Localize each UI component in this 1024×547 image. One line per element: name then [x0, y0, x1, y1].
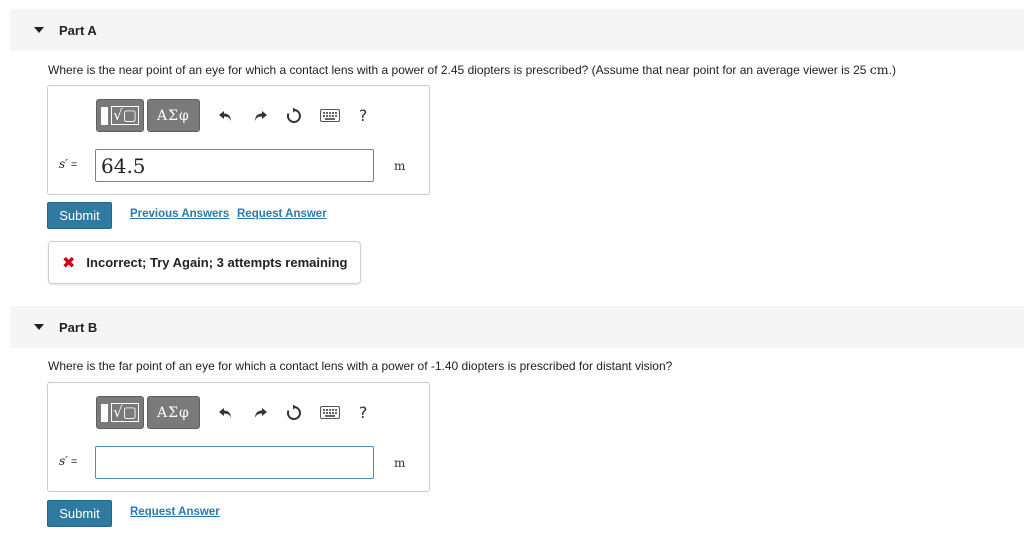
part-title: Part A — [59, 22, 97, 38]
keyboard-icon[interactable] — [317, 402, 343, 424]
unit-label: m — [394, 159, 406, 173]
request-answer-link[interactable]: Request Answer — [237, 208, 327, 220]
redo-icon[interactable] — [249, 105, 271, 127]
help-icon[interactable]: ? — [359, 106, 368, 125]
reset-icon[interactable] — [283, 105, 305, 127]
keyboard-icon[interactable] — [317, 105, 343, 127]
templates-button[interactable]: √▢ — [96, 99, 144, 132]
templates-icon: √▢ — [100, 400, 140, 425]
question-text: Where is the far point of an eye for whi… — [48, 359, 673, 373]
greek-symbols-icon: ΑΣφ — [157, 107, 190, 124]
question-end: .) — [888, 63, 896, 77]
reset-icon[interactable] — [283, 402, 305, 424]
previous-answers-link[interactable]: Previous Answers — [130, 208, 229, 220]
part-b-header[interactable]: Part B — [10, 306, 1024, 348]
x-icon: ✖ — [62, 253, 76, 272]
answer-input[interactable]: 64.5 — [95, 149, 374, 182]
templates-button[interactable]: √▢ — [96, 396, 144, 429]
help-icon[interactable]: ? — [359, 403, 368, 422]
greek-symbols-icon: ΑΣφ — [157, 404, 190, 421]
variable-label: s′ = — [59, 157, 78, 171]
templates-icon: √▢ — [100, 103, 140, 128]
unit-label: m — [394, 456, 406, 470]
question-body: Where is the near point of an eye for wh… — [48, 63, 870, 77]
request-answer-link[interactable]: Request Answer — [130, 506, 220, 518]
math-toolbar: √▢ ΑΣφ ? — [96, 396, 367, 429]
undo-icon[interactable] — [215, 105, 237, 127]
answer-box: √▢ ΑΣφ ? s′ = m — [47, 382, 430, 492]
collapse-caret-icon[interactable] — [34, 27, 44, 33]
variable-label: s′ = — [59, 454, 78, 468]
feedback-message: Incorrect; Try Again; 3 attempts remaini… — [86, 255, 348, 270]
question-unit: cm — [869, 62, 889, 77]
submit-button[interactable]: Submit — [47, 500, 112, 527]
greek-symbols-button[interactable]: ΑΣφ — [147, 99, 200, 132]
math-toolbar: √▢ ΑΣφ ? — [96, 99, 367, 132]
answer-box: √▢ ΑΣφ ? s′ = 64.5 m — [47, 85, 430, 195]
submit-button[interactable]: Submit — [47, 202, 112, 229]
question-text: Where is the near point of an eye for wh… — [48, 62, 896, 77]
answer-input[interactable] — [95, 446, 374, 479]
redo-icon[interactable] — [249, 402, 271, 424]
part-title: Part B — [59, 319, 98, 335]
feedback-box: ✖ Incorrect; Try Again; 3 attempts remai… — [48, 241, 361, 284]
collapse-caret-icon[interactable] — [34, 324, 44, 330]
greek-symbols-button[interactable]: ΑΣφ — [147, 396, 200, 429]
part-a-header[interactable]: Part A — [10, 9, 1024, 51]
undo-icon[interactable] — [215, 402, 237, 424]
